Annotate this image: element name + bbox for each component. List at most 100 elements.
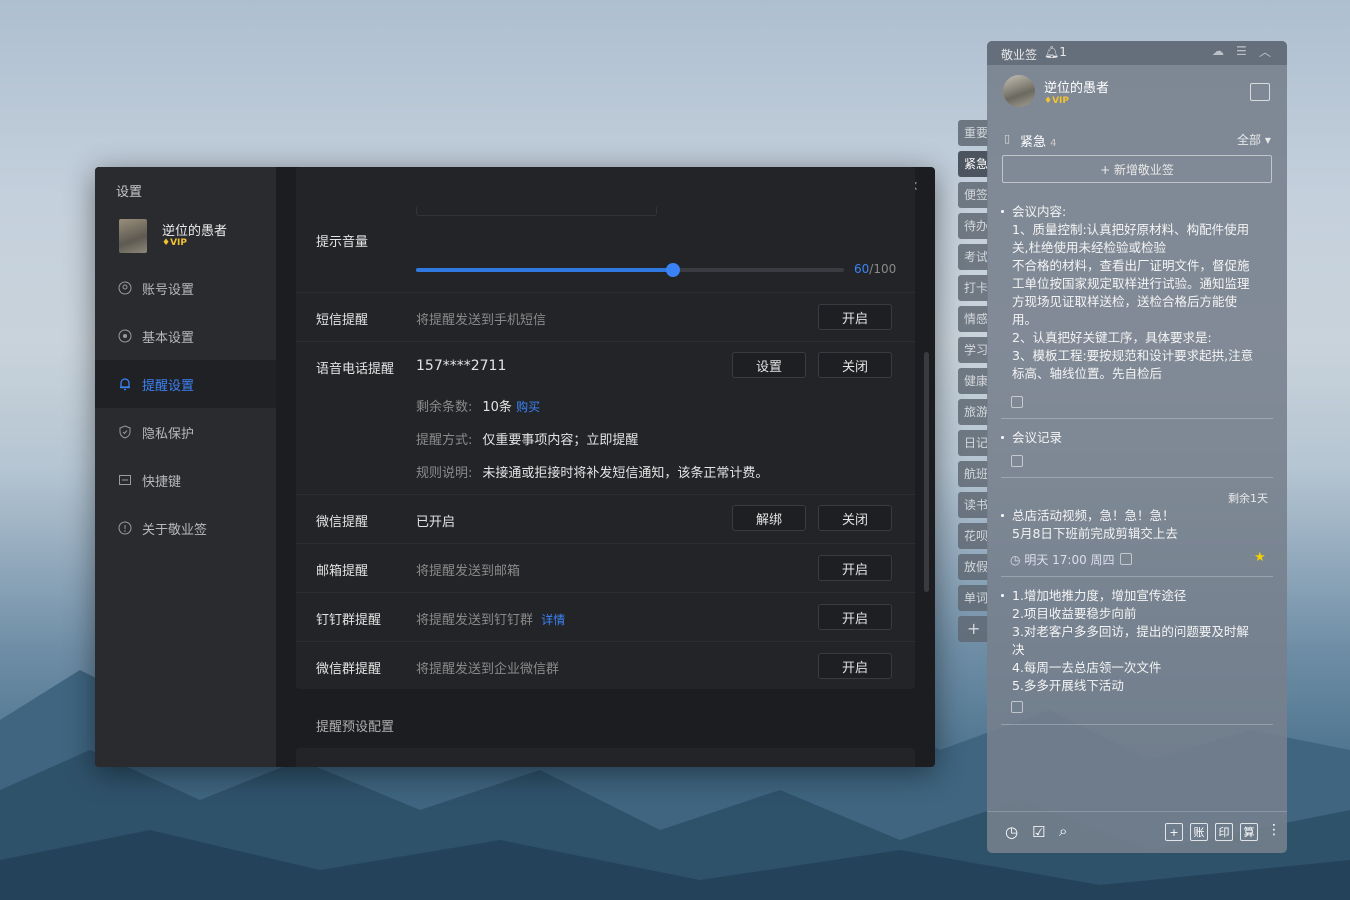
clock-icon[interactable]: ◷ <box>1005 823 1018 841</box>
bullet <box>1001 436 1004 439</box>
note-line: 关,杜绝使用未经检验或检验 <box>1012 240 1166 255</box>
reminder-time: ◷ 明天 17:00 周四 <box>1010 553 1115 567</box>
print-button[interactable]: 印 <box>1215 823 1233 841</box>
scrollbar[interactable] <box>924 352 929 592</box>
user-name: 逆位的愚者 <box>162 224 228 239</box>
sidebar-item-label: 隐私保护 <box>142 426 195 442</box>
add-icon[interactable]: + <box>1165 823 1183 841</box>
category-tab[interactable]: 考试 <box>958 244 988 270</box>
sidebar-item-about[interactable]: 关于敬业签 <box>95 504 276 552</box>
menu-icon[interactable]: ☰ <box>1236 44 1247 58</box>
category-tab[interactable]: 情感 <box>958 306 988 332</box>
sticky-notes-window: 敬业签 🔔︎1 ☁ ☰ ︿ 逆位的愚者 ♦VIP ▯ 紧急 4 全部 ▾ + 新… <box>987 41 1287 853</box>
calculator-button[interactable]: 算 <box>1240 823 1258 841</box>
sidebar-item-reminder[interactable]: 提醒设置 <box>95 360 276 408</box>
note-line: 1、质量控制:认真把好原材料、构配件使用 <box>1012 222 1250 237</box>
ledger-button[interactable]: 账 <box>1190 823 1208 841</box>
window-title: 设置 <box>116 185 143 200</box>
note-line: 会议记录 <box>1012 430 1063 445</box>
category-tab[interactable]: 放假 <box>958 554 988 580</box>
wechat-unbind-button[interactable]: 解绑 <box>732 505 806 531</box>
sidebar-item-privacy[interactable]: 隐私保护 <box>95 408 276 456</box>
checklist-icon[interactable]: ☑ <box>1032 823 1045 841</box>
diamond-icon: ♦ <box>162 238 171 248</box>
category-tab[interactable]: 日记 <box>958 430 988 456</box>
settings-window: 设置 逆位的愚者 ♦VIP 账号设置 基本设置 提醒设置 隐私保护 快捷键 关于… <box>95 167 935 767</box>
category-tab[interactable]: 打卡 <box>958 275 988 301</box>
category-tab[interactable]: 旅游 <box>958 399 988 425</box>
sidebar-item-label: 快捷键 <box>142 474 182 490</box>
rule-description: 规则说明: 未接通或拒接时将补发短信通知，该条正常计费。 <box>416 466 769 481</box>
category-tab[interactable]: 便签 <box>958 182 988 208</box>
category-tab[interactable]: 花呗 <box>958 523 988 549</box>
bullet <box>1001 514 1004 517</box>
attachment-icon[interactable] <box>1011 396 1023 408</box>
note-line: 工单位按国家规定取样进行试验。通知监理 <box>1012 276 1250 291</box>
note-line: 用。 <box>1012 312 1038 327</box>
add-note-button[interactable]: + 新增敬业签 <box>1002 155 1272 183</box>
diamond-icon: ♦ <box>1044 96 1053 106</box>
sidebar-item-shortcuts[interactable]: 快捷键 <box>95 456 276 504</box>
vip-badge: ♦VIP <box>162 238 187 248</box>
wecom-enable-button[interactable]: 开启 <box>818 653 892 679</box>
bell-icon <box>118 377 132 391</box>
note-line: 1.增加地推力度，增加宣传途径 <box>1012 588 1187 603</box>
sidebar-item-basic[interactable]: 基本设置 <box>95 312 276 360</box>
voice-disable-button[interactable]: 关闭 <box>818 352 892 378</box>
attachment-icon[interactable] <box>1011 455 1023 467</box>
attachment-icon[interactable] <box>1120 553 1132 565</box>
add-tab-icon[interactable]: + <box>958 616 988 642</box>
category-tab[interactable]: 航班 <box>958 461 988 487</box>
user-name: 逆位的愚者 <box>1044 81 1110 96</box>
star-icon[interactable]: ★ <box>1254 550 1266 565</box>
row-description: 将提醒发送到手机短信 <box>416 313 547 328</box>
category-tab[interactable]: 学习 <box>958 337 988 363</box>
category-tab[interactable]: 重要 <box>958 120 988 146</box>
divider <box>1001 477 1273 478</box>
calendar-icon[interactable] <box>1250 83 1270 101</box>
avatar[interactable] <box>119 219 147 253</box>
divider <box>1001 576 1273 577</box>
note-line: 2、认真把好关键工序，具体要求是: <box>1012 330 1212 345</box>
category-tab[interactable]: 单词 <box>958 585 988 611</box>
user-circle-icon <box>118 281 132 295</box>
collapse-icon[interactable]: ︿ <box>1259 43 1271 60</box>
note-item[interactable]: 1.增加地推力度，增加宣传途径 2.项目收益要稳步向前 3.对老客户多多回访，提出的… <box>1012 587 1270 695</box>
category-tab[interactable]: 读书 <box>958 492 988 518</box>
notification-bell[interactable]: 🔔︎1 <box>1044 45 1067 59</box>
wechat-disable-button[interactable]: 关闭 <box>818 505 892 531</box>
sound-select[interactable] <box>416 207 657 216</box>
volume-slider-handle[interactable] <box>665 263 680 277</box>
category-tab[interactable]: 待办 <box>958 213 988 239</box>
cloud-sync-icon[interactable]: ☁ <box>1212 44 1224 58</box>
voice-settings-button[interactable]: 设置 <box>732 352 806 378</box>
row-label: 微信群提醒 <box>316 662 382 677</box>
phone-number: 157****2711 <box>416 358 507 374</box>
sidebar-item-account[interactable]: 账号设置 <box>95 264 276 312</box>
dingtalk-enable-button[interactable]: 开启 <box>818 604 892 630</box>
settings-content: — ✕ 提示音量 60/100 短信提醒 将提醒发送到手机短信 开启 语音电话提… <box>276 167 935 767</box>
more-icon[interactable]: ⋮ <box>1267 822 1281 838</box>
attachment-icon[interactable] <box>1011 701 1023 713</box>
row-label: 邮箱提醒 <box>316 564 369 579</box>
category-title: 紧急 4 <box>1020 135 1057 150</box>
note-line: 5月8日下班前完成剪辑交上去 <box>1012 526 1178 541</box>
sms-enable-button[interactable]: 开启 <box>818 304 892 330</box>
volume-slider[interactable] <box>416 263 844 277</box>
details-link[interactable]: 详情 <box>541 613 565 627</box>
volume-label: 提示音量 <box>316 235 369 250</box>
email-enable-button[interactable]: 开启 <box>818 555 892 581</box>
note-item[interactable]: 会议内容: 1、质量控制:认真把好原材料、构配件使用 关,杜绝使用未经检验或检验 不合… <box>1012 203 1270 388</box>
note-item[interactable]: 总店活动视频，急！急！急！ 5月8日下班前完成剪辑交上去 <box>1012 507 1270 543</box>
category-tab[interactable]: 健康 <box>958 368 988 394</box>
app-name: 敬业签 <box>1001 48 1038 62</box>
note-item[interactable]: 会议记录 <box>1012 429 1270 447</box>
dingtalk-reminder-row: 钉钉群提醒 将提醒发送到钉钉群 详情 开启 <box>296 592 915 642</box>
category-tab[interactable]: 紧急 <box>958 151 988 177</box>
note-line: 标高、轴线位置。先自检后 <box>1012 366 1163 381</box>
buy-link[interactable]: 购买 <box>516 400 540 414</box>
search-icon[interactable]: ⌕ <box>1059 822 1067 840</box>
avatar[interactable] <box>1003 75 1035 107</box>
filter-dropdown[interactable]: 全部 ▾ <box>1237 131 1271 148</box>
row-label: 语音电话提醒 <box>316 362 395 377</box>
